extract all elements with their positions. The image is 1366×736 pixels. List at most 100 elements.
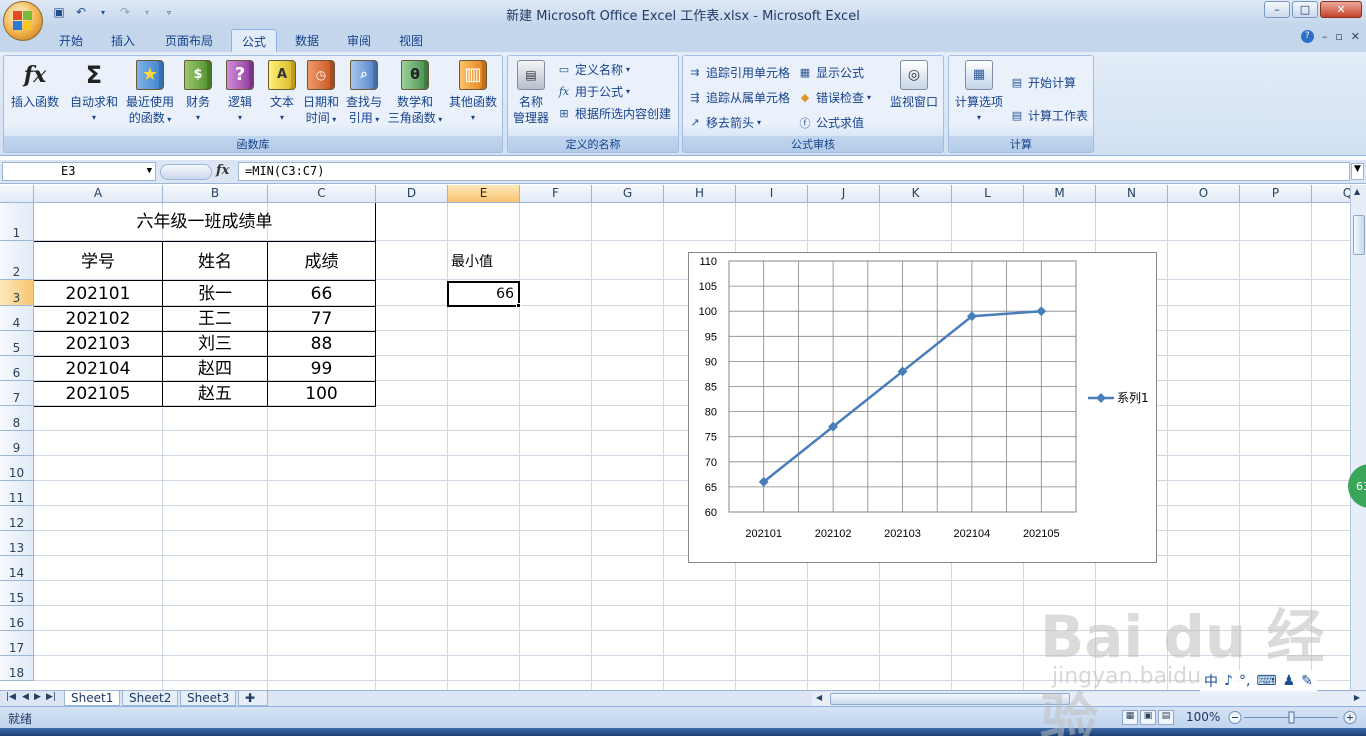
first-sheet-icon[interactable]: |◀: [6, 692, 16, 702]
cell-score[interactable]: 88: [268, 331, 375, 356]
cell-score[interactable]: 99: [268, 356, 375, 381]
doc-close-icon[interactable]: ✕: [1351, 30, 1360, 43]
insert-function-button[interactable]: fx 插入函数: [7, 60, 63, 110]
doc-restore-icon[interactable]: ▫: [1335, 30, 1342, 43]
cell-student-id[interactable]: 202101: [34, 280, 162, 306]
ime-user-icon[interactable]: ♟: [1283, 673, 1296, 689]
insert-sheet-icon[interactable]: ✚: [238, 691, 268, 706]
next-sheet-icon[interactable]: ▶: [34, 692, 41, 702]
maximize-button[interactable]: □: [1292, 1, 1318, 18]
row-header-12[interactable]: 12: [0, 506, 34, 531]
row-header-8[interactable]: 8: [0, 406, 34, 431]
min-label[interactable]: 最小值: [448, 251, 518, 271]
row-header-11[interactable]: 11: [0, 481, 34, 506]
row-header-15[interactable]: 15: [0, 581, 34, 606]
row-header-17[interactable]: 17: [0, 631, 34, 656]
trace-dependents-button[interactable]: ⇶ 追踪从属单元格: [687, 89, 790, 106]
show-formulas-button[interactable]: ▦ 显示公式: [797, 64, 864, 81]
row-header-10[interactable]: 10: [0, 456, 34, 481]
column-header-e[interactable]: E: [448, 185, 520, 203]
header-student-id[interactable]: 学号: [34, 242, 162, 280]
table-title[interactable]: 六年级一班成绩单: [34, 204, 375, 241]
row-header-16[interactable]: 16: [0, 606, 34, 631]
evaluate-formula-button[interactable]: ⓕ 公式求值: [797, 114, 865, 131]
calc-options-button[interactable]: ▦ 计算选项 ▾: [951, 60, 1007, 126]
column-header-k[interactable]: K: [880, 185, 952, 203]
cell-student-id[interactable]: 202105: [34, 381, 162, 406]
column-header-i[interactable]: I: [736, 185, 808, 203]
cell-score[interactable]: 77: [268, 306, 375, 331]
prev-sheet-icon[interactable]: ◀: [22, 692, 29, 702]
row-header-1[interactable]: 1: [0, 203, 34, 241]
tab-formulas[interactable]: 公式: [231, 29, 277, 52]
row-header-5[interactable]: 5: [0, 331, 34, 356]
row-header-3[interactable]: 3: [0, 280, 34, 306]
name-box[interactable]: E3 ▼: [2, 162, 156, 181]
cell-student-id[interactable]: 202102: [34, 306, 162, 331]
define-name-button[interactable]: ▭ 定义名称 ▾: [556, 61, 630, 78]
cell-student-id[interactable]: 202103: [34, 331, 162, 356]
recent-functions-button[interactable]: ★ 最近使用 的函数 ▾: [122, 60, 178, 128]
column-header-p[interactable]: P: [1240, 185, 1312, 203]
help-icon[interactable]: ?: [1300, 30, 1314, 43]
last-sheet-icon[interactable]: ▶|: [46, 692, 56, 702]
column-header-o[interactable]: O: [1168, 185, 1240, 203]
tab-review[interactable]: 审阅: [338, 29, 380, 52]
horizontal-scroll-thumb[interactable]: [830, 693, 1070, 705]
column-header-c[interactable]: C: [268, 185, 376, 203]
row-header-6[interactable]: 6: [0, 356, 34, 381]
vertical-scroll-thumb[interactable]: [1353, 215, 1365, 255]
tab-page-layout[interactable]: 页面布局: [156, 29, 222, 52]
row-header-9[interactable]: 9: [0, 431, 34, 456]
insert-function-fx-icon[interactable]: fx: [216, 163, 229, 178]
cell-name[interactable]: 刘三: [163, 331, 267, 356]
header-score[interactable]: 成绩: [268, 242, 375, 280]
column-header-b[interactable]: B: [163, 185, 268, 203]
formula-bar-divider-handle[interactable]: [160, 164, 212, 180]
text-button[interactable]: A 文本 ▾: [264, 60, 300, 126]
column-header-n[interactable]: N: [1096, 185, 1168, 203]
error-checking-button[interactable]: ◆ 错误检查 ▾: [797, 89, 871, 106]
cell-score[interactable]: 100: [268, 381, 375, 406]
column-header-m[interactable]: M: [1024, 185, 1096, 203]
calc-sheet-button[interactable]: ▤ 计算工作表: [1009, 107, 1088, 124]
column-header-h[interactable]: H: [664, 185, 736, 203]
watch-window-button[interactable]: ◎ 监视窗口: [887, 60, 941, 110]
column-header-l[interactable]: L: [952, 185, 1024, 203]
logical-button[interactable]: ? 逻辑 ▾: [222, 60, 258, 126]
column-header-q[interactable]: Q: [1312, 185, 1350, 203]
row-header-4[interactable]: 4: [0, 306, 34, 331]
column-header-d[interactable]: D: [376, 185, 448, 203]
cell-name[interactable]: 赵四: [163, 356, 267, 381]
row-header-13[interactable]: 13: [0, 531, 34, 556]
column-header-a[interactable]: A: [34, 185, 163, 203]
sheet-tab-2[interactable]: Sheet2: [122, 691, 179, 706]
ime-punct-icon[interactable]: °,: [1239, 673, 1250, 689]
trace-precedents-button[interactable]: ⇉ 追踪引用单元格: [687, 64, 790, 81]
more-functions-button[interactable]: ▥ 其他函数 ▾: [446, 60, 500, 126]
column-header-j[interactable]: J: [808, 185, 880, 203]
expand-formula-bar-icon[interactable]: ▼: [1351, 163, 1364, 180]
lookup-button[interactable]: ⌕ 查找与 引用 ▾: [344, 60, 384, 128]
cell-score[interactable]: 66: [268, 280, 375, 306]
math-trig-button[interactable]: θ 数学和 三角函数 ▾: [386, 60, 444, 128]
cell-name[interactable]: 张一: [163, 280, 267, 306]
remove-arrows-button[interactable]: ↗ 移去箭头 ▾: [687, 114, 761, 131]
line-chart[interactable]: 110 105 100 95 90 85 80 75 70 65 60 202101 202102 202…: [688, 252, 1157, 563]
tab-view[interactable]: 视图: [390, 29, 432, 52]
row-header-18[interactable]: 18: [0, 656, 34, 681]
financial-button[interactable]: $ 财务 ▾: [180, 60, 216, 126]
tab-data[interactable]: 数据: [286, 29, 328, 52]
datetime-button[interactable]: ◷ 日期和 时间 ▾: [302, 60, 340, 128]
scroll-left-icon[interactable]: ◀: [816, 693, 822, 702]
column-header-g[interactable]: G: [592, 185, 664, 203]
sheet-tab-1[interactable]: Sheet1: [64, 691, 121, 706]
doc-minimize-icon[interactable]: –: [1322, 30, 1328, 43]
chevron-down-icon[interactable]: ▼: [147, 163, 152, 180]
ime-moon-icon[interactable]: ♪: [1224, 673, 1233, 689]
scroll-up-icon[interactable]: ▲: [1354, 187, 1360, 196]
sheet-tab-3[interactable]: Sheet3: [180, 691, 237, 706]
create-from-selection-button[interactable]: ⊞ 根据所选内容创建: [556, 105, 671, 122]
tab-home[interactable]: 开始: [50, 29, 92, 52]
select-all-corner[interactable]: [0, 185, 34, 203]
